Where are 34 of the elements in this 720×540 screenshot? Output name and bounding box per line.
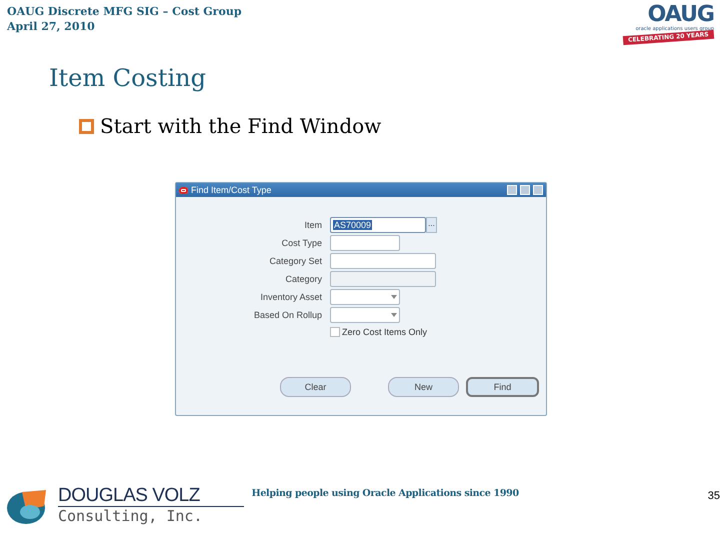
dropdown-arrow-icon — [391, 313, 397, 317]
footer-tagline: Helping people using Oracle Applications since 1990 — [252, 488, 520, 499]
close-button[interactable] — [533, 185, 543, 195]
field-label: Based On Rollup — [252, 310, 322, 320]
checkbox-label: Zero Cost Items Only — [342, 327, 428, 337]
page-number: 35 — [708, 490, 720, 502]
dialog-button[interactable]: Clear — [280, 377, 351, 397]
oracle-logo-icon — [179, 186, 188, 194]
input-field[interactable] — [330, 235, 400, 251]
maximize-button[interactable] — [520, 185, 530, 195]
dialog-button[interactable]: New — [388, 377, 459, 397]
find-button[interactable]: Find — [466, 377, 539, 397]
dropdown-field[interactable] — [330, 289, 400, 305]
company-subtitle: Consulting, Inc. — [58, 507, 204, 525]
bullet-text: Start with the Find Window — [100, 114, 382, 138]
input-field[interactable]: AS70009 — [330, 217, 426, 233]
logo-wordmark: OAUG — [648, 4, 714, 26]
slide-title: Item Costing — [49, 64, 207, 94]
header-title: OAUG Discrete MFG SIG – Cost Group — [7, 4, 242, 19]
window-title: Find Item/Cost Type — [191, 185, 272, 195]
field-label: Item — [303, 220, 322, 230]
checkbox[interactable] — [330, 327, 340, 337]
list-of-values-button[interactable]: ... — [426, 217, 437, 233]
company-name: DOUGLAS VOLZ — [58, 486, 244, 507]
bullet-icon — [79, 118, 94, 134]
minimize-button[interactable] — [507, 185, 517, 195]
field-label: Inventory Asset — [259, 292, 322, 302]
dropdown-field[interactable] — [330, 307, 400, 323]
dropdown-arrow-icon — [391, 295, 397, 299]
header-date: April 27, 2010 — [7, 19, 96, 34]
field-label: Cost Type — [280, 238, 322, 248]
input-field[interactable] — [330, 253, 436, 269]
field-label: Category — [284, 274, 322, 284]
field-label: Category Set — [268, 256, 322, 266]
